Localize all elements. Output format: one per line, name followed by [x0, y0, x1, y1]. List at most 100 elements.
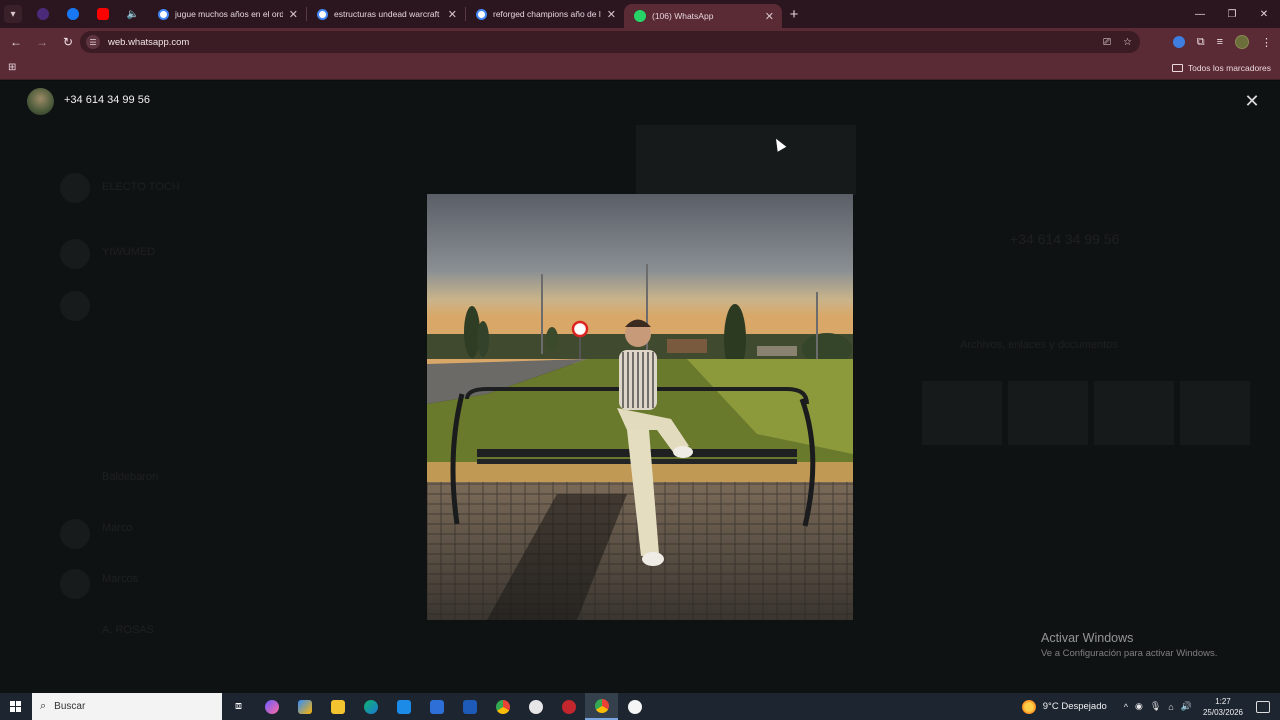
ghost-chat-name: Baldebaron	[102, 471, 159, 483]
close-window-button[interactable]: ✕	[1248, 0, 1280, 28]
taskbar-app[interactable]	[618, 693, 651, 720]
ghost-avatar	[60, 173, 90, 203]
media-control-icon[interactable]: ≡	[1217, 36, 1223, 48]
clock[interactable]: 1:27 25/03/2026	[1203, 696, 1243, 718]
taskbar-app[interactable]	[519, 693, 552, 720]
tab-search-undead[interactable]: estructuras undead warcraft 3 - ✕	[307, 0, 465, 28]
all-bookmarks-label: Todos los marcadores	[1187, 63, 1271, 73]
ghost-chat-name: ELECTO TOCH	[102, 181, 180, 193]
file-explorer-icon	[330, 699, 345, 714]
media-viewer: ELECTO TOCH YIWUMED Baldebaron Marco Mar…	[0, 81, 1280, 693]
bookmark-star-icon[interactable]: ☆	[1123, 37, 1132, 48]
restore-button[interactable]: ❐	[1216, 0, 1248, 28]
minimize-button[interactable]: —	[1184, 0, 1216, 28]
tab-label: reforged champions año de lan	[493, 9, 601, 19]
tab-close-icon[interactable]: ✕	[448, 8, 457, 21]
viewer-photo	[427, 194, 853, 620]
taskbar-app[interactable]	[321, 693, 354, 720]
profile-avatar[interactable]	[1235, 35, 1249, 49]
volume-icon[interactable]: 🔊	[1181, 701, 1192, 712]
window-controls: — ❐ ✕	[1184, 0, 1280, 28]
ghost-chat-name: Marco	[102, 522, 133, 534]
all-bookmarks-button[interactable]: Todos los marcadores	[1171, 56, 1271, 80]
install-app-icon[interactable]: ⎚	[1103, 37, 1111, 48]
ghost-media-thumb	[922, 381, 1002, 445]
windows-taskbar: ⌕ Buscar ⧈ 9°C Despejado ^ ◉ 🎙 ⌂ 🔊 1:27 …	[0, 693, 1280, 720]
ghost-chat-name: A. ROSAS	[102, 624, 154, 636]
taskbar-app[interactable]	[354, 693, 387, 720]
address-bar[interactable]: ☰ web.whatsapp.com ⎚ ☆	[80, 31, 1140, 53]
google-icon	[317, 8, 328, 20]
tab-label: estructuras undead warcraft 3 -	[334, 9, 442, 19]
chevron-up-icon[interactable]: ^	[1124, 702, 1128, 712]
steam-icon	[528, 699, 543, 714]
apps-grid-icon[interactable]: ⊞	[8, 62, 16, 73]
tab-close-icon[interactable]: ✕	[607, 8, 616, 21]
edge-icon	[363, 699, 378, 714]
tab-whatsapp[interactable]: (106) WhatsApp ✕	[624, 4, 782, 28]
speaker-icon: 🔈	[126, 8, 140, 20]
windows-logo-icon	[10, 700, 22, 713]
taskbar-app[interactable]	[420, 693, 453, 720]
whatsapp-icon	[634, 10, 646, 22]
photo-image	[427, 194, 853, 620]
app-window-icon	[462, 699, 477, 714]
clock-date: 25/03/2026	[1202, 707, 1243, 717]
extension-icon[interactable]	[1172, 36, 1185, 48]
taskbar-search[interactable]: ⌕ Buscar	[32, 693, 222, 720]
store-icon	[396, 699, 411, 714]
contact-name[interactable]: +34 614 34 99 56	[64, 94, 150, 106]
taskbar-app[interactable]	[255, 693, 288, 720]
site-info-icon[interactable]: ☰	[86, 35, 100, 49]
close-icon[interactable]: ✕	[1242, 91, 1262, 111]
network-icon[interactable]: ⌂	[1168, 702, 1173, 712]
menu-kebab-icon[interactable]: ⋮	[1261, 36, 1272, 49]
forward-button[interactable]: →	[30, 30, 54, 54]
mail-icon	[429, 699, 444, 714]
taskbar-app-chrome-active[interactable]	[585, 693, 618, 720]
task-view-button[interactable]: ⧈	[222, 693, 255, 720]
ghost-avatar	[60, 239, 90, 269]
tab-search-orden[interactable]: jugue muchos años en el orden ✕	[148, 0, 306, 28]
pinned-tab-app[interactable]	[28, 0, 58, 28]
toolbar-actions: ⧉ ≡ ⋮	[1172, 28, 1272, 56]
tab-close-icon[interactable]: ✕	[765, 10, 774, 23]
weather-text[interactable]: 9°C Despejado	[1043, 701, 1107, 712]
bookmarks-bar: ⊞ Todos los marcadores	[0, 56, 1280, 80]
tray-app-icon[interactable]: ◉	[1135, 701, 1143, 712]
tab-label: jugue muchos años en el orden	[175, 9, 283, 19]
tab-search-reforged[interactable]: reforged champions año de lan ✕	[466, 0, 624, 28]
pinned-tab-youtube[interactable]	[88, 0, 118, 28]
pinned-tab-facebook[interactable]	[58, 0, 88, 28]
tab-search-icon[interactable]: ▾	[4, 5, 22, 23]
start-button[interactable]	[0, 693, 32, 720]
ghost-media-thumb	[1094, 381, 1174, 445]
tab-close-icon[interactable]: ✕	[289, 8, 298, 21]
taskbar-app[interactable]	[288, 693, 321, 720]
reload-button[interactable]: ↻	[56, 30, 80, 54]
contact-avatar[interactable]	[27, 88, 54, 115]
back-button[interactable]: ←	[4, 30, 28, 54]
search-placeholder: Buscar	[54, 701, 86, 712]
paint-icon	[297, 699, 312, 714]
notification-icon[interactable]	[1256, 700, 1270, 713]
microphone-icon[interactable]: 🎙	[1150, 701, 1161, 712]
pinned-tab-audio[interactable]: 🔈	[118, 0, 148, 28]
game-client-icon	[561, 699, 576, 714]
ghost-chat-name: Marcos	[102, 573, 139, 585]
url-text[interactable]: web.whatsapp.com	[108, 37, 189, 48]
browser-toolbar: ← → ↻ ☰ web.whatsapp.com ⎚ ☆ ⧉ ≡ ⋮	[0, 28, 1280, 56]
weather-icon	[1021, 699, 1036, 714]
taskbar-app[interactable]	[453, 693, 486, 720]
new-tab-button[interactable]: +	[782, 6, 806, 23]
viewer-header: +34 614 34 99 56 ✕	[0, 81, 1280, 121]
extensions-puzzle-icon[interactable]: ⧉	[1197, 36, 1205, 49]
taskbar-app[interactable]	[552, 693, 585, 720]
ghost-media-thumb	[1180, 381, 1250, 445]
media-player-icon	[627, 699, 642, 714]
taskbar-app[interactable]	[486, 693, 519, 720]
taskbar-app[interactable]	[387, 693, 420, 720]
pinned-tabs: 🔈	[28, 0, 148, 28]
ghost-avatar	[60, 519, 90, 549]
activation-title: Activar Windows	[1041, 631, 1134, 645]
